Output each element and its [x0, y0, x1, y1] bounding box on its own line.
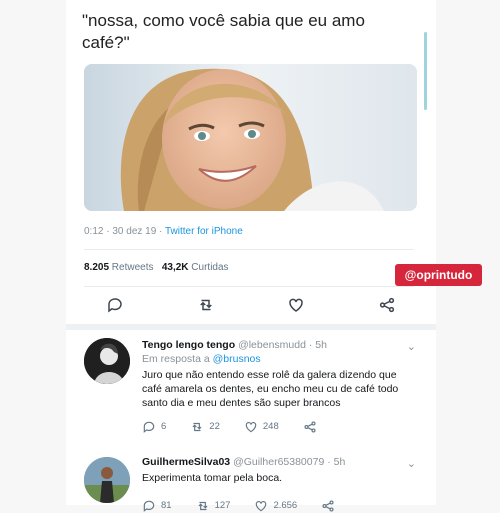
- avatar[interactable]: [84, 338, 130, 384]
- divider: [84, 249, 414, 250]
- reply-action[interactable]: 81: [142, 499, 172, 513]
- like-count: 2.656: [273, 500, 298, 511]
- avatar[interactable]: [84, 457, 130, 503]
- reply-icon: [143, 500, 155, 512]
- chevron-down-icon[interactable]: ⌄: [407, 457, 416, 470]
- reply-count: 6: [161, 421, 167, 432]
- scrollbar-thumb[interactable]: [424, 32, 427, 110]
- divider: [84, 286, 414, 287]
- woman-smiling-photo: [84, 64, 417, 211]
- retweet-action[interactable]: 127: [196, 499, 231, 513]
- reply-actions: 81 127 2.656: [142, 499, 412, 513]
- retweet-action[interactable]: 22: [190, 420, 220, 434]
- like-count: 248: [262, 421, 279, 432]
- reply-body: GuilhermeSilva03 @Guilher65380079 · 5h E…: [142, 455, 412, 513]
- chevron-down-icon[interactable]: ⌄: [407, 340, 416, 353]
- retweet-count: 22: [209, 421, 220, 432]
- reply-header: Tengo lengo tengo @lebensmudd · 5h: [142, 338, 412, 352]
- share-action[interactable]: [303, 420, 317, 434]
- tweet-actions: [106, 296, 396, 319]
- retweet-icon[interactable]: [197, 296, 215, 319]
- reply-action[interactable]: 6: [142, 420, 166, 434]
- reply-actions: 6 22 248: [142, 420, 412, 434]
- share-icon[interactable]: [378, 296, 396, 319]
- reply-text: Juro que não entendo esse rolê da galera…: [142, 369, 399, 409]
- tweet-timestamp: 0:12 · 30 dez 19 ·: [84, 226, 165, 237]
- reply-author-name[interactable]: Tengo lengo tengo: [142, 339, 235, 351]
- reply-time: · 5h: [308, 339, 327, 351]
- tweet-stats: 8.205 Retweets 43,2K Curtidas: [84, 262, 229, 273]
- reply-icon[interactable]: [106, 296, 124, 319]
- reply-header: GuilhermeSilva03 @Guilher65380079 · 5h: [142, 455, 412, 469]
- retweet-icon: [198, 501, 208, 511]
- retweet-icon: [192, 422, 202, 432]
- share-action[interactable]: [321, 499, 335, 513]
- like-icon: [256, 501, 267, 512]
- in-reply-to-link[interactable]: @brusnos: [213, 353, 261, 365]
- like-icon: [245, 422, 257, 433]
- like-action[interactable]: 2.656: [254, 499, 297, 513]
- in-reply-to: Em resposta a @brusnos: [142, 352, 412, 366]
- retweets-count[interactable]: 8.205: [84, 262, 109, 273]
- reply-author-handle[interactable]: @lebensmudd: [238, 339, 306, 351]
- retweets-label[interactable]: Retweets: [109, 262, 154, 273]
- reply-body: Tengo lengo tengo @lebensmudd · 5h Em re…: [142, 338, 412, 434]
- reply-author-name[interactable]: GuilhermeSilva03: [142, 456, 230, 468]
- tweet-photo[interactable]: [84, 64, 417, 211]
- share-icon: [322, 500, 334, 512]
- in-reply-prefix: Em resposta a: [142, 353, 213, 365]
- like-action[interactable]: 248: [244, 420, 279, 434]
- user-avatar-image: [84, 457, 130, 503]
- user-avatar-image: [84, 338, 130, 384]
- tweet-text: "nossa, como você sabia que eu amo café?…: [82, 11, 365, 52]
- likes-count[interactable]: 43,2K: [162, 262, 189, 273]
- reply-text: Experimenta tomar pela boca.: [142, 472, 283, 484]
- like-icon[interactable]: [287, 296, 305, 319]
- share-icon: [304, 421, 316, 433]
- reply-icon: [143, 421, 155, 433]
- retweet-count: 127: [214, 500, 231, 511]
- likes-label[interactable]: Curtidas: [189, 262, 228, 273]
- reply-time: · 5h: [327, 456, 346, 468]
- reply-author-handle[interactable]: @Guilher65380079: [233, 456, 324, 468]
- tweet-source-link[interactable]: Twitter for iPhone: [165, 226, 243, 237]
- watermark-badge: @oprintudo: [395, 264, 482, 286]
- tweet-meta: 0:12 · 30 dez 19 · Twitter for iPhone: [84, 226, 243, 237]
- reply-count: 81: [161, 500, 172, 511]
- section-divider: [66, 324, 436, 330]
